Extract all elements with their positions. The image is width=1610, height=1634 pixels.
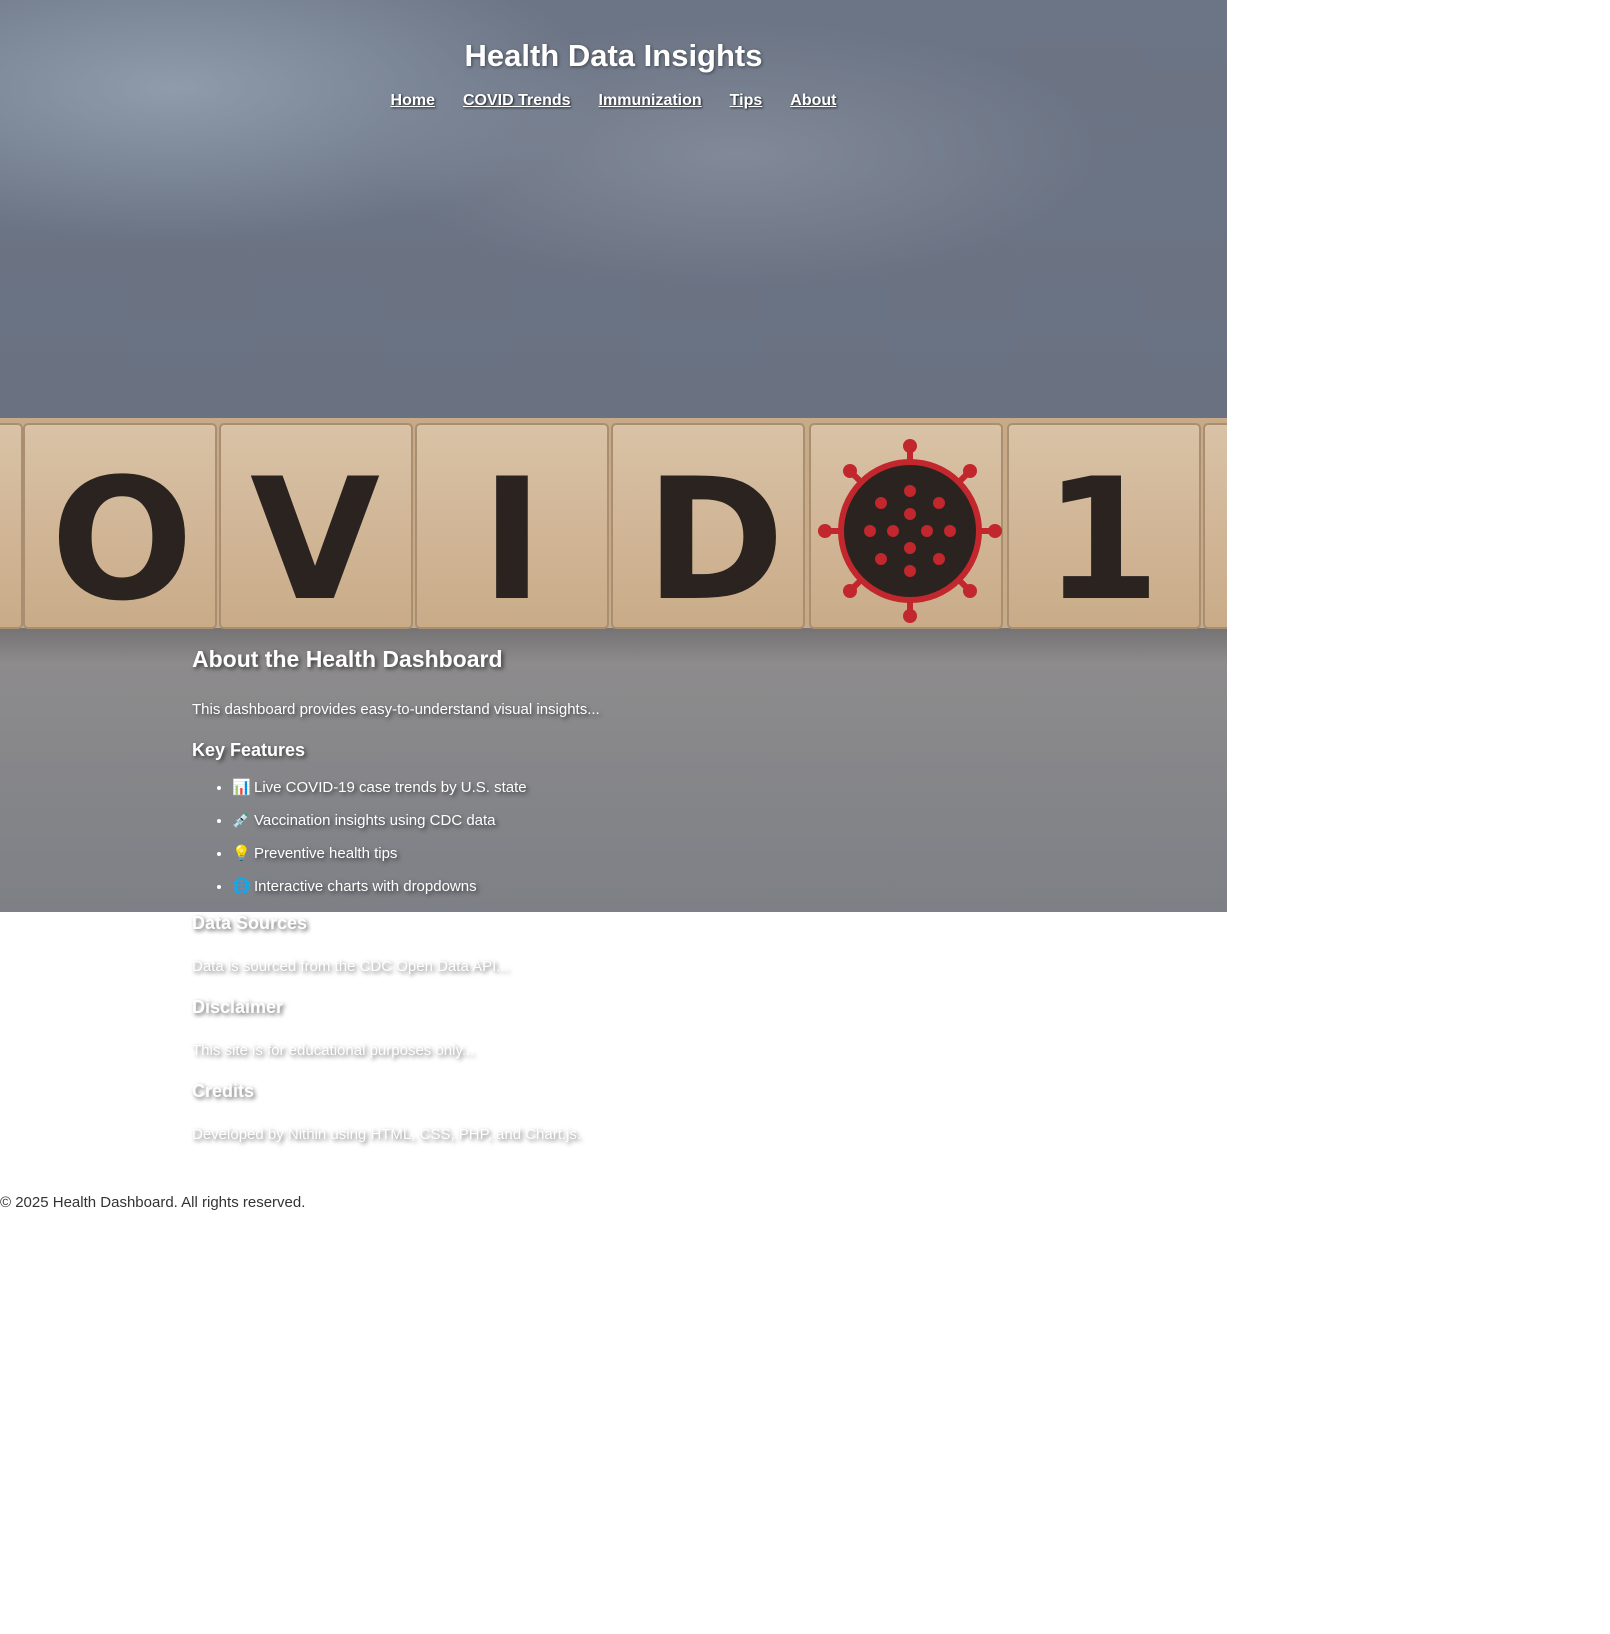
disclaimer-heading: Disclaimer [192, 997, 284, 1017]
site-title: Health Data Insights [464, 38, 763, 73]
site-footer: © 2025 Health Dashboard. All rights rese… [0, 1194, 306, 1211]
list-item: 🌐Interactive charts with dropdowns [232, 870, 1092, 903]
block-letter-d: D [645, 442, 784, 638]
list-item: 💡Preventive health tips [232, 837, 1092, 870]
credits-text: Developed by Nithin using HTML, CSS, PHP… [192, 1126, 582, 1143]
block-letter-1: 1 [1044, 442, 1161, 638]
intro-text: This dashboard provides easy-to-understa… [192, 701, 600, 718]
virus-icon [818, 439, 1002, 623]
list-item: 📊Live COVID-19 case trends by U.S. state [232, 771, 1092, 804]
nav-link-tips[interactable]: Tips [730, 92, 763, 110]
block-letter-i: I [481, 442, 544, 638]
globe-icon: 🌐 [232, 878, 251, 895]
feature-text: Vaccination insights using CDC data [254, 812, 496, 829]
nav-link-immunization[interactable]: Immunization [599, 92, 702, 110]
syringe-icon: 💉 [232, 812, 251, 829]
block-letter-o: O [51, 442, 194, 638]
list-item: 💉Vaccination insights using CDC data [232, 804, 1092, 837]
site-header: Health Data Insights Home COVID Trends I… [0, 0, 1227, 110]
feature-text: Live COVID-19 case trends by U.S. state [254, 779, 527, 796]
nav-link-home[interactable]: Home [391, 92, 435, 110]
page-title: About the Health Dashboard [192, 646, 503, 672]
nav-link-covid-trends[interactable]: COVID Trends [463, 92, 571, 110]
credits-heading: Credits [192, 1081, 255, 1101]
main-nav: Home COVID Trends Immunization Tips Abou… [0, 92, 1227, 110]
features-list: 📊Live COVID-19 case trends by U.S. state… [192, 771, 1092, 903]
block-letter-v: V [250, 442, 380, 638]
key-features-heading: Key Features [192, 740, 306, 760]
feature-text: Interactive charts with dropdowns [254, 878, 477, 895]
nav-link-about[interactable]: About [790, 92, 836, 110]
data-sources-text: Data is sourced from the CDC Open Data A… [192, 958, 509, 975]
bar-chart-icon: 📊 [232, 779, 251, 796]
disclaimer-text: This site is for educational purposes on… [192, 1042, 475, 1059]
lightbulb-icon: 💡 [232, 845, 251, 862]
feature-text: Preventive health tips [254, 845, 398, 862]
data-sources-heading: Data Sources [192, 913, 308, 933]
about-content: About the Health Dashboard This dashboar… [192, 646, 1092, 1143]
